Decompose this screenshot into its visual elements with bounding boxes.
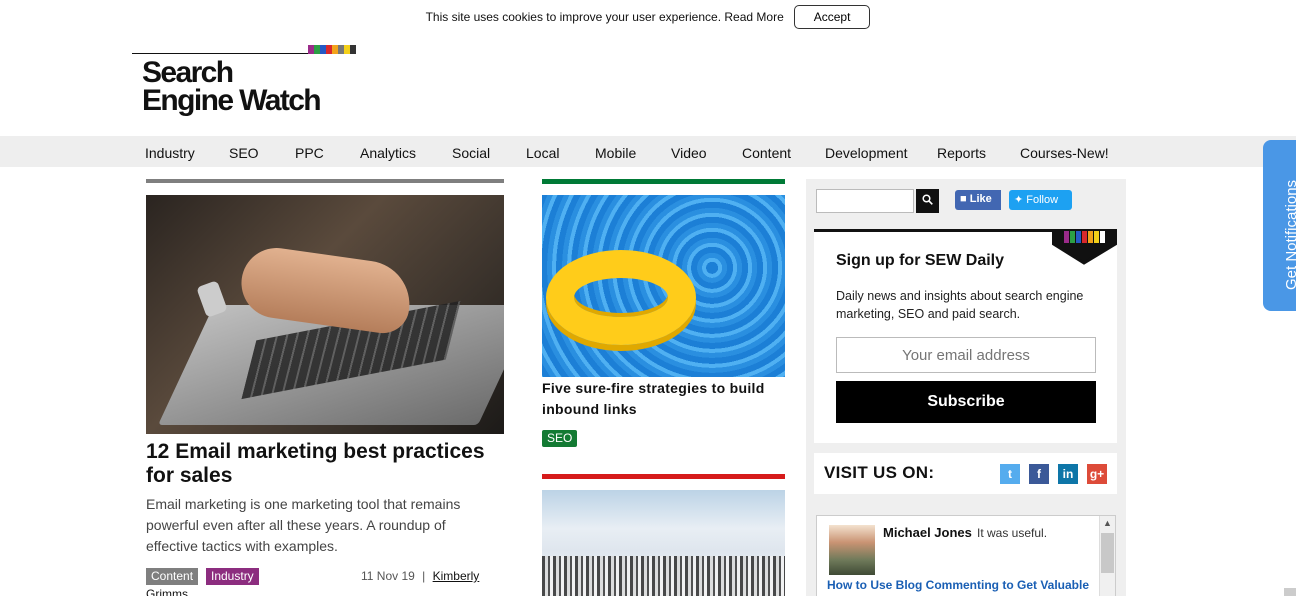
category-bar-red (542, 474, 785, 479)
article-title-inbound-links[interactable]: Five sure-fire strategies to build inbou… (542, 378, 792, 420)
category-bar-seo (542, 179, 785, 184)
logo-rule (132, 53, 308, 54)
logo-text: Search Engine Watch (142, 56, 322, 117)
nav-industry[interactable]: Industry (145, 145, 195, 161)
tag-industry[interactable]: Industry (206, 568, 259, 585)
article-date: 11 Nov 19 (361, 569, 415, 583)
twitter-follow-button[interactable]: ✦ Follow (1009, 190, 1072, 210)
logo-color-bars (308, 45, 356, 54)
nav-video[interactable]: Video (671, 145, 707, 161)
subscribe-button[interactable]: Subscribe (836, 381, 1096, 423)
get-notifications-tab[interactable]: Get Notifications (1263, 140, 1296, 311)
tag-content[interactable]: Content (146, 568, 199, 585)
nav-ppc[interactable]: PPC (295, 145, 324, 161)
nav-seo[interactable]: SEO (229, 145, 259, 161)
google-plus-icon[interactable]: g+ (1087, 464, 1107, 484)
nav-reports[interactable]: Reports (937, 145, 986, 161)
article-description: Email marketing is one marketing tool th… (146, 496, 461, 554)
signup-title: Sign up for SEW Daily (836, 252, 1005, 269)
article-title[interactable]: 12 Email marketing best practices for sa… (146, 440, 516, 488)
pool-float-shape (546, 250, 696, 345)
search-icon (922, 194, 933, 205)
comment-text: It was useful. (977, 526, 1048, 540)
facebook-like-label: Like (969, 193, 992, 205)
category-bar-content (146, 179, 504, 183)
read-more-link[interactable]: Read More (724, 10, 783, 24)
accept-cookies-button[interactable]: Accept (793, 5, 871, 29)
signup-description: Daily news and insights about search eng… (836, 289, 1084, 321)
site-logo[interactable]: Search Engine Watch (132, 45, 356, 123)
cookie-text: This site uses cookies to improve your u… (425, 10, 784, 24)
facebook-like-button[interactable]: ■ Like (955, 190, 1001, 210)
search-button[interactable] (916, 189, 939, 213)
logo-line-2: Engine Watch (142, 84, 322, 117)
scroll-up-icon[interactable]: ▲ (1103, 518, 1112, 528)
nav-mobile[interactable]: Mobile (595, 145, 636, 161)
main-nav: Industry SEO PPC Analytics Social Local … (0, 136, 1296, 167)
article-image-laptop[interactable] (146, 195, 504, 434)
sidebar-search-input[interactable] (816, 189, 914, 213)
nav-social[interactable]: Social (452, 145, 490, 161)
envelope-icon (1052, 229, 1117, 273)
visit-us-label: VISIT US ON: (824, 463, 935, 482)
twitter-follow-label: Follow (1026, 194, 1059, 206)
author-link[interactable]: Kimberly (433, 569, 480, 583)
twitter-icon[interactable]: t (1000, 464, 1020, 484)
article-image-penguins[interactable] (542, 490, 785, 596)
linkedin-icon[interactable]: in (1058, 464, 1078, 484)
avatar (829, 525, 875, 575)
nav-courses[interactable]: Courses-New! (1020, 145, 1109, 161)
article-meta: 11 Nov 19 | Kimberly (361, 569, 479, 583)
article-image-pool-float[interactable] (542, 195, 785, 377)
scroll-corner (1284, 588, 1296, 596)
twitter-icon: ✦ (1014, 194, 1024, 206)
tag-seo[interactable]: SEO (542, 430, 578, 447)
logo-color-bar (350, 45, 356, 54)
facebook-icon: ■ (960, 193, 967, 205)
meta-separator: | (422, 569, 426, 583)
scrollbar-thumb[interactable] (1101, 533, 1114, 573)
facebook-icon[interactable]: f (1029, 464, 1049, 484)
nav-development[interactable]: Development (825, 145, 908, 161)
penguin-colony-shape (542, 556, 785, 596)
author-link-continued[interactable]: Grimms (146, 587, 188, 596)
comment-post-link[interactable]: How to Use Blog Commenting to Get Valuab… (827, 578, 1089, 592)
nav-analytics[interactable]: Analytics (360, 145, 416, 161)
commenter-name: Michael Jones (883, 525, 972, 540)
logo-line-1: Search (142, 56, 234, 89)
nav-local[interactable]: Local (526, 145, 559, 161)
comments-scrollbar[interactable]: ▲ (1099, 516, 1115, 596)
nav-content[interactable]: Content (742, 145, 791, 161)
cookie-bar: This site uses cookies to improve your u… (0, 0, 1296, 34)
email-field[interactable] (836, 337, 1096, 373)
notifications-label: Get Notifications (1283, 179, 1296, 290)
